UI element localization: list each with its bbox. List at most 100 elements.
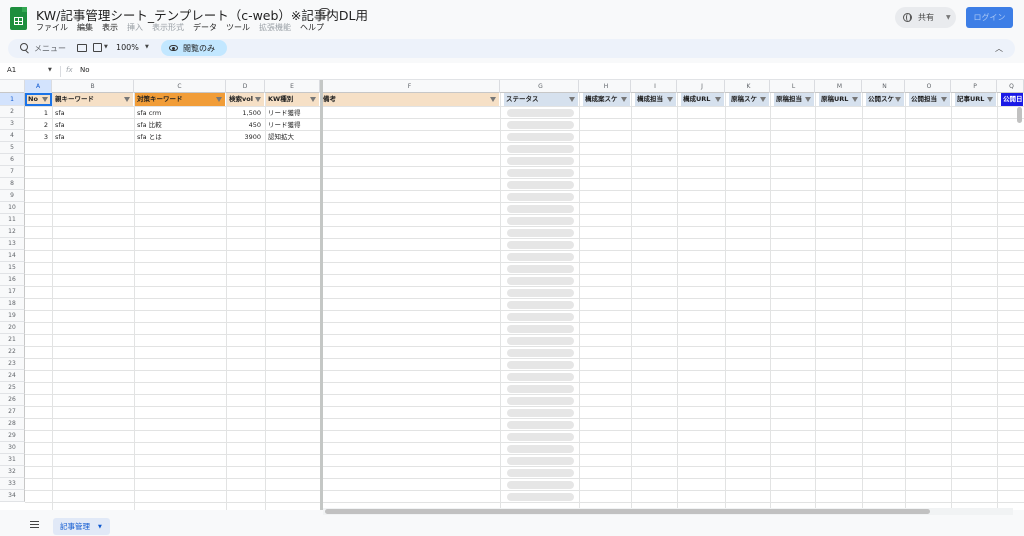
menu-item[interactable]: 表示形式 bbox=[152, 22, 184, 33]
spreadsheet-grid[interactable]: ABCDEFGHIJKLMNOPQ 1 2 3 4 5 6 7 8 9 10 11 12 13 14 15 1… bbox=[0, 80, 1024, 510]
status-dropdown-chip[interactable] bbox=[507, 145, 574, 153]
horizontal-scrollbar-thumb[interactable] bbox=[325, 509, 930, 514]
row-header[interactable]: 9 bbox=[0, 190, 25, 202]
frozen-columns-divider[interactable] bbox=[320, 80, 323, 510]
filter-icon[interactable] bbox=[760, 97, 766, 102]
menu-item[interactable]: ファイル bbox=[36, 22, 68, 33]
row-header[interactable]: 7 bbox=[0, 166, 25, 178]
status-dropdown-chip[interactable] bbox=[507, 253, 574, 261]
row-header[interactable]: 13 bbox=[0, 238, 25, 250]
row-header[interactable]: 26 bbox=[0, 394, 25, 406]
zoom-select[interactable]: 100% bbox=[116, 43, 139, 52]
filter-icon[interactable] bbox=[667, 97, 673, 102]
status-dropdown-chip[interactable] bbox=[507, 301, 574, 309]
status-dropdown-chip[interactable] bbox=[507, 373, 574, 381]
row-header[interactable]: 2 bbox=[0, 106, 25, 118]
row-header[interactable]: 32 bbox=[0, 466, 25, 478]
row-header[interactable]: 23 bbox=[0, 358, 25, 370]
header-cell-10[interactable]: 構成URL bbox=[681, 93, 724, 106]
menu-item[interactable]: 挿入 bbox=[127, 22, 143, 33]
filter-icon[interactable] bbox=[987, 97, 993, 102]
cell-no[interactable]: 3 bbox=[26, 131, 51, 143]
cell-no[interactable]: 2 bbox=[26, 119, 51, 131]
header-cell-6[interactable]: 備考 bbox=[321, 93, 499, 106]
header-cell-9[interactable]: 構成担当 bbox=[635, 93, 676, 106]
column-header-a[interactable]: A bbox=[25, 80, 52, 93]
row-header[interactable]: 28 bbox=[0, 418, 25, 430]
header-cell-5[interactable]: KW種別 bbox=[266, 93, 319, 106]
status-dropdown-chip[interactable] bbox=[507, 385, 574, 393]
row-header[interactable]: 8 bbox=[0, 178, 25, 190]
status-dropdown-chip[interactable] bbox=[507, 229, 574, 237]
header-cell-13[interactable]: 原稿URL bbox=[819, 93, 861, 106]
cell-volume[interactable]: 450 bbox=[227, 119, 264, 131]
row-header[interactable]: 18 bbox=[0, 298, 25, 310]
status-dropdown-chip[interactable] bbox=[507, 205, 574, 213]
status-dropdown-chip[interactable] bbox=[507, 313, 574, 321]
cell-target-kw[interactable]: sfa 比較 bbox=[135, 119, 225, 131]
filter-icon[interactable] bbox=[255, 97, 261, 102]
status-dropdown-chip[interactable] bbox=[507, 265, 574, 273]
row-header[interactable]: 15 bbox=[0, 262, 25, 274]
cell-parent-kw[interactable]: sfa bbox=[53, 131, 133, 143]
header-cell-8[interactable]: 構成案スケ bbox=[583, 93, 630, 106]
column-header-q[interactable]: Q bbox=[1000, 80, 1024, 93]
column-header-f[interactable]: F bbox=[320, 80, 500, 93]
filter-icon[interactable] bbox=[216, 97, 222, 102]
status-dropdown-chip[interactable] bbox=[507, 193, 574, 201]
menu-search-label[interactable]: メニュー bbox=[34, 43, 66, 54]
row-header[interactable]: 10 bbox=[0, 202, 25, 214]
status-dropdown-chip[interactable] bbox=[507, 169, 574, 177]
status-dropdown-chip[interactable] bbox=[507, 121, 574, 129]
column-header-d[interactable]: D bbox=[226, 80, 265, 93]
header-cell-14[interactable]: 公開スケ bbox=[866, 93, 904, 106]
paint-format-icon[interactable] bbox=[93, 43, 102, 52]
menu-item[interactable]: ヘルプ bbox=[300, 22, 324, 33]
cell-no[interactable]: 1 bbox=[26, 107, 51, 119]
column-header-c[interactable]: C bbox=[134, 80, 226, 93]
menu-item[interactable]: データ bbox=[193, 22, 217, 33]
status-dropdown-chip[interactable] bbox=[507, 217, 574, 225]
status-dropdown-chip[interactable] bbox=[507, 133, 574, 141]
status-dropdown-chip[interactable] bbox=[507, 277, 574, 285]
cell-target-kw[interactable]: sfa crm bbox=[135, 107, 225, 119]
cell-kw-type[interactable]: リード獲得 bbox=[266, 119, 319, 131]
column-header-j[interactable]: J bbox=[680, 80, 725, 93]
share-button[interactable]: 共有 ▼ bbox=[895, 7, 956, 28]
column-header-p[interactable]: P bbox=[954, 80, 997, 93]
row-header[interactable]: 30 bbox=[0, 442, 25, 454]
status-dropdown-chip[interactable] bbox=[507, 289, 574, 297]
row-header[interactable]: 31 bbox=[0, 454, 25, 466]
status-dropdown-chip[interactable] bbox=[507, 397, 574, 405]
header-cell-15[interactable]: 公開担当 bbox=[909, 93, 950, 106]
status-dropdown-chip[interactable] bbox=[507, 421, 574, 429]
row-header[interactable]: 1 bbox=[0, 93, 25, 106]
filter-icon[interactable] bbox=[310, 97, 316, 102]
chevron-down-icon[interactable]: ▼ bbox=[48, 67, 52, 73]
status-dropdown-chip[interactable] bbox=[507, 157, 574, 165]
row-header[interactable]: 24 bbox=[0, 370, 25, 382]
status-dropdown-chip[interactable] bbox=[507, 361, 574, 369]
status-dropdown-chip[interactable] bbox=[507, 433, 574, 441]
column-header-h[interactable]: H bbox=[582, 80, 631, 93]
row-header[interactable]: 6 bbox=[0, 154, 25, 166]
cell-volume[interactable]: 1,500 bbox=[227, 107, 264, 119]
cell-volume[interactable]: 3900 bbox=[227, 131, 264, 143]
status-dropdown-chip[interactable] bbox=[507, 241, 574, 249]
search-icon[interactable] bbox=[20, 43, 29, 52]
row-header[interactable]: 11 bbox=[0, 214, 25, 226]
column-header-g[interactable]: G bbox=[503, 80, 579, 93]
status-dropdown-chip[interactable] bbox=[507, 109, 574, 117]
chevron-down-icon[interactable]: ▼ bbox=[98, 524, 102, 530]
sheets-logo-icon[interactable] bbox=[10, 7, 27, 30]
status-dropdown-chip[interactable] bbox=[507, 409, 574, 417]
row-header[interactable]: 3 bbox=[0, 118, 25, 130]
row-header[interactable]: 17 bbox=[0, 286, 25, 298]
status-dropdown-chip[interactable] bbox=[507, 325, 574, 333]
menu-item[interactable]: ツール bbox=[226, 22, 250, 33]
status-dropdown-chip[interactable] bbox=[507, 349, 574, 357]
header-cell-16[interactable]: 記事URL bbox=[955, 93, 996, 106]
column-header-l[interactable]: L bbox=[773, 80, 815, 93]
filter-icon[interactable] bbox=[805, 97, 811, 102]
menu-item[interactable]: 拡張機能 bbox=[259, 22, 291, 33]
